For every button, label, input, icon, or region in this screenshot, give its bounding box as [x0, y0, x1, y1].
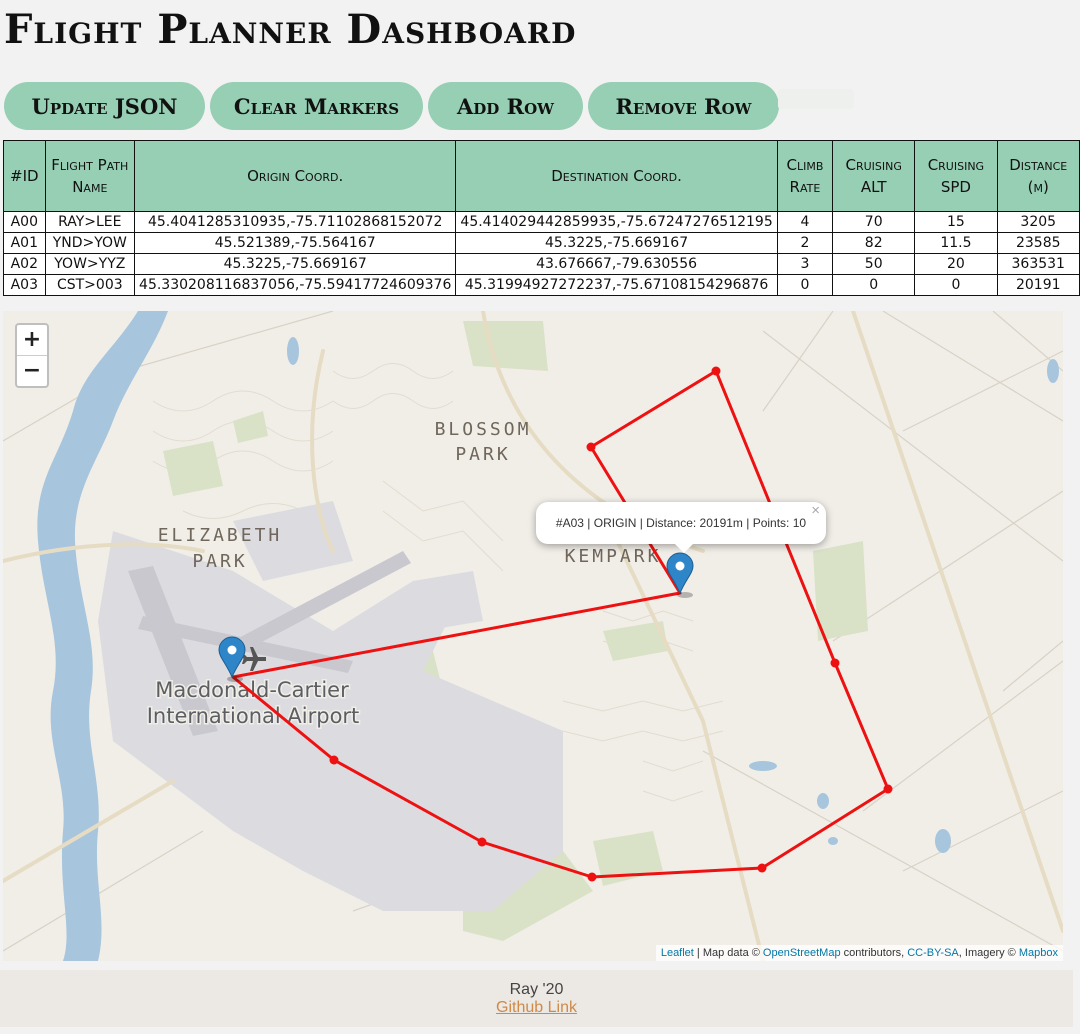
cell-name[interactable]: YOW>YYZ — [44, 253, 136, 275]
col-header: Climb Rate — [776, 140, 834, 212]
waypoint[interactable] — [883, 784, 893, 794]
col-header: Cruising ALT — [832, 140, 916, 212]
attribution-text: | Map data © — [693, 947, 763, 959]
zoom-in-button[interactable]: + — [17, 325, 47, 356]
label-airport: International Airport — [147, 704, 360, 728]
table-header-row: #ID Flight Path Name Origin Coord. Desti… — [3, 140, 1080, 212]
cell-spd[interactable]: 11.5 — [914, 232, 998, 254]
json-field[interactable] — [778, 89, 854, 109]
table-row[interactable]: A02 YOW>YYZ 45.3225,-75.669167 43.676667… — [3, 253, 1080, 275]
map-tiles[interactable]: BLOSSOM PARK ELIZABETH PARK KEMPARK Macd… — [3, 311, 1063, 961]
remove-row-button[interactable]: Remove Row — [588, 82, 779, 130]
clear-markers-button[interactable]: Clear Markers — [210, 82, 423, 130]
label-elizabeth-park: PARK — [192, 551, 247, 572]
cell-origin[interactable]: 45.330208116837056,-75.59417724609376 — [134, 274, 457, 296]
cell-spd[interactable]: 15 — [914, 211, 998, 233]
cell-id[interactable]: A02 — [3, 253, 46, 275]
cell-alt[interactable]: 0 — [832, 274, 916, 296]
cell-alt[interactable]: 50 — [832, 253, 916, 275]
col-header: Cruising SPD — [914, 140, 998, 212]
table-row[interactable]: A01 YND>YOW 45.521389,-75.564167 45.3225… — [3, 232, 1080, 254]
zoom-control: + − — [15, 323, 49, 388]
cell-name[interactable]: RAY>LEE — [44, 211, 136, 233]
map-attribution: Leaflet | Map data © OpenStreetMap contr… — [655, 945, 1063, 961]
attribution-text: contributors, — [840, 947, 908, 959]
cell-destination[interactable]: 45.31994927272237,-75.67108154296876 — [455, 274, 778, 296]
col-header: Distance (m) — [996, 140, 1080, 212]
cell-origin[interactable]: 45.4041285310935,-75.71102868152072 — [134, 211, 457, 233]
page-title: Flight Planner Dashboard — [4, 6, 577, 53]
marker-dot — [675, 561, 685, 571]
label-blossom-park: PARK — [455, 444, 510, 465]
popup-tip — [674, 543, 694, 553]
cell-alt[interactable]: 70 — [832, 211, 916, 233]
label-blossom-park: BLOSSOM — [435, 419, 532, 440]
cell-alt[interactable]: 82 — [832, 232, 916, 254]
footer-credit: Ray '20 — [509, 981, 564, 998]
flight-table: #ID Flight Path Name Origin Coord. Desti… — [3, 140, 1080, 296]
cell-spd[interactable]: 20 — [914, 253, 998, 275]
mapbox-link[interactable]: Mapbox — [1019, 947, 1058, 959]
waypoint[interactable] — [830, 658, 840, 668]
cell-id[interactable]: A00 — [3, 211, 46, 233]
cell-name[interactable]: YND>YOW — [44, 232, 136, 254]
cell-climb[interactable]: 2 — [776, 232, 834, 254]
waypoint[interactable] — [757, 863, 767, 873]
waypoint[interactable] — [329, 755, 339, 765]
map[interactable]: BLOSSOM PARK ELIZABETH PARK KEMPARK Macd… — [3, 311, 1063, 961]
cell-distance[interactable]: 23585 — [996, 232, 1080, 254]
marker-shadow — [677, 592, 693, 598]
close-icon[interactable]: × — [811, 503, 820, 518]
cell-destination[interactable]: 45.414029442859935,-75.67247276512195 — [455, 211, 778, 233]
cell-distance[interactable]: 20191 — [996, 274, 1080, 296]
popup-text: #A03 | ORIGIN | Distance: 20191m | Point… — [555, 516, 807, 530]
label-elizabeth-park: ELIZABETH — [158, 525, 283, 546]
waypoint[interactable] — [587, 872, 597, 882]
cell-climb[interactable]: 3 — [776, 253, 834, 275]
marker-shadow — [227, 676, 243, 682]
cell-distance[interactable]: 3205 — [996, 211, 1080, 233]
cell-climb[interactable]: 4 — [776, 211, 834, 233]
waypoint[interactable] — [711, 366, 721, 376]
cell-spd[interactable]: 0 — [914, 274, 998, 296]
cell-climb[interactable]: 0 — [776, 274, 834, 296]
osm-link[interactable]: OpenStreetMap — [763, 947, 841, 959]
toolbar: Update JSON Clear Markers Add Row Remove… — [4, 82, 779, 130]
github-link[interactable]: Github Link — [496, 999, 577, 1016]
cell-origin[interactable]: 45.3225,-75.669167 — [134, 253, 457, 275]
add-row-button[interactable]: Add Row — [428, 82, 583, 130]
license-link[interactable]: CC-BY-SA — [907, 947, 959, 959]
zoom-out-button[interactable]: − — [17, 356, 47, 386]
col-header: Flight Path Name — [44, 140, 136, 212]
marker-dot — [227, 645, 237, 655]
footer: Ray '20 Github Link — [0, 970, 1073, 1027]
table-row[interactable]: A00 RAY>LEE 45.4041285310935,-75.7110286… — [3, 211, 1080, 233]
col-header: Origin Coord. — [134, 140, 457, 212]
update-json-button[interactable]: Update JSON — [4, 82, 205, 130]
cell-destination[interactable]: 45.3225,-75.669167 — [455, 232, 778, 254]
cell-origin[interactable]: 45.521389,-75.564167 — [134, 232, 457, 254]
cell-name[interactable]: CST>003 — [44, 274, 136, 296]
cell-distance[interactable]: 363531 — [996, 253, 1080, 275]
cell-id[interactable]: A01 — [3, 232, 46, 254]
attribution-text: , Imagery © — [958, 947, 1019, 959]
cell-id[interactable]: A03 — [3, 274, 46, 296]
waypoint[interactable] — [477, 837, 487, 847]
col-header: #ID — [3, 140, 46, 212]
label-kempark: KEMPARK — [565, 546, 662, 567]
waypoint[interactable] — [586, 442, 596, 452]
col-header: Destination Coord. — [455, 140, 778, 212]
cell-destination[interactable]: 43.676667,-79.630556 — [455, 253, 778, 275]
map-popup: #A03 | ORIGIN | Distance: 20191m | Point… — [536, 502, 826, 553]
leaflet-link[interactable]: Leaflet — [661, 947, 694, 959]
label-airport: Macdonald-Cartier — [155, 678, 349, 702]
table-row[interactable]: A03 CST>003 45.330208116837056,-75.59417… — [3, 274, 1080, 296]
